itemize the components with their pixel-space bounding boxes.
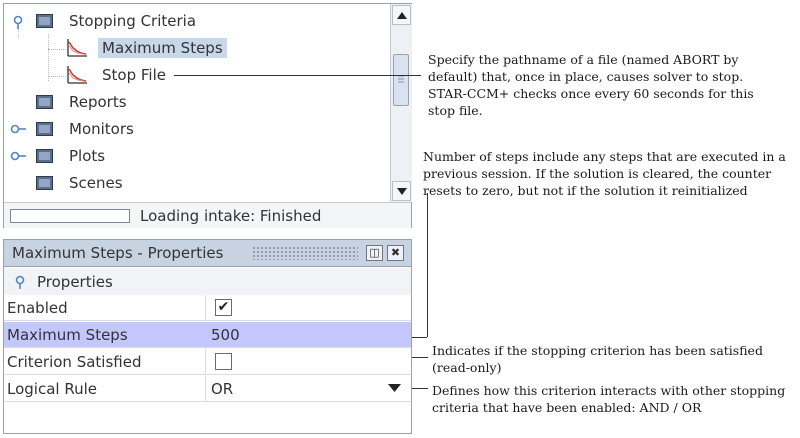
folder-icon [36, 122, 53, 136]
status-bar: Loading intake: Finished [4, 202, 411, 228]
maximum-steps-note: Number of steps include any steps that a… [423, 149, 786, 198]
scroll-down-button[interactable] [392, 181, 411, 201]
leader-line [174, 75, 421, 76]
tree-item-monitors[interactable]: Monitors [36, 116, 138, 142]
chart-icon [67, 39, 87, 57]
leader-line [412, 337, 427, 338]
folder-icon [36, 176, 53, 190]
expander-knob-icon[interactable] [10, 150, 26, 164]
column-divider [205, 376, 206, 401]
property-name: Logical Rule [7, 380, 97, 398]
property-row-logical-rule[interactable]: Logical Rule OR [4, 376, 411, 402]
progress-bar [10, 208, 130, 223]
chart-icon [67, 66, 87, 84]
column-divider [205, 295, 206, 320]
property-name: Maximum Steps [7, 326, 128, 344]
property-row-criterion-satisfied[interactable]: Criterion Satisfied [4, 349, 411, 375]
expander-knob-icon[interactable] [10, 123, 26, 137]
tree-scrollbar[interactable] [390, 4, 412, 202]
tree-connector [48, 34, 49, 81]
tree-connector [18, 28, 19, 38]
tree-item-reports[interactable]: Reports [36, 89, 131, 115]
folder-icon [36, 149, 53, 163]
tree-item-label: Monitors [69, 120, 134, 138]
column-divider [205, 349, 206, 374]
tree-item-label: Plots [69, 147, 106, 165]
tree-item-label: Stop File [102, 66, 166, 84]
properties-title: Maximum Steps - Properties [12, 244, 224, 262]
maximum-steps-value[interactable]: 500 [211, 326, 240, 344]
folder-icon [36, 14, 53, 28]
leader-line [427, 193, 428, 337]
arrow-up-icon [396, 11, 407, 19]
grip-lines-icon [398, 75, 404, 83]
tree-item-stop-file[interactable]: Stop File [66, 62, 170, 88]
scroll-up-button[interactable] [392, 5, 411, 25]
close-button[interactable]: ✖ [387, 245, 404, 261]
tree-item-scenes[interactable]: Scenes [36, 170, 127, 196]
properties-panel: Maximum Steps - Properties ◫ ✖ Propertie… [3, 239, 412, 434]
tree-item-label: Maximum Steps [98, 38, 227, 58]
scroll-thumb[interactable] [393, 54, 409, 106]
folder-icon [36, 95, 53, 109]
property-row-maximum-steps[interactable]: Maximum Steps 500 [4, 322, 411, 348]
property-name: Enabled [7, 299, 68, 317]
logical-rule-note: Defines how this criterion interacts wit… [432, 383, 786, 415]
simulation-tree-panel: Stopping Criteria Maximum Steps Stop Fil… [3, 3, 412, 228]
properties-title-bar[interactable]: Maximum Steps - Properties ◫ ✖ [4, 240, 411, 267]
logical-rule-value[interactable]: OR [211, 380, 233, 398]
tree-item-maximum-steps[interactable]: Maximum Steps [66, 35, 227, 61]
criterion-satisfied-checkbox[interactable] [215, 353, 232, 370]
tree-connector [48, 76, 66, 77]
tree-item-label: Scenes [69, 174, 123, 192]
drag-grip[interactable] [252, 246, 358, 260]
tree-connector [48, 49, 66, 50]
tree-item-label: Reports [69, 93, 127, 111]
properties-group-header[interactable]: Properties [4, 268, 411, 295]
tree-item-label: Stopping Criteria [69, 12, 197, 30]
dropdown-arrow-icon[interactable] [388, 384, 401, 392]
property-row-enabled[interactable]: Enabled ✔ [4, 295, 411, 321]
tree-item-plots[interactable]: Plots [36, 143, 109, 169]
leader-line [412, 388, 428, 389]
simulation-tree: Stopping Criteria Maximum Steps Stop Fil… [4, 4, 389, 202]
enabled-checkbox[interactable]: ✔ [215, 299, 232, 316]
expander-knob-icon[interactable] [11, 15, 25, 29]
leader-line [412, 357, 428, 358]
group-label: Properties [37, 272, 113, 291]
tree-item-stopping-criteria[interactable]: Stopping Criteria [36, 8, 200, 34]
property-name: Criterion Satisfied [7, 353, 142, 371]
restore-button[interactable]: ◫ [366, 245, 383, 261]
criterion-satisfied-note: Indicates if the stopping criterion has … [432, 343, 763, 375]
expander-knob-icon [15, 275, 25, 289]
stop-file-note: Specify the pathname of a file (named AB… [428, 52, 754, 118]
status-text: Loading intake: Finished [140, 206, 322, 225]
arrow-down-icon [396, 187, 407, 195]
